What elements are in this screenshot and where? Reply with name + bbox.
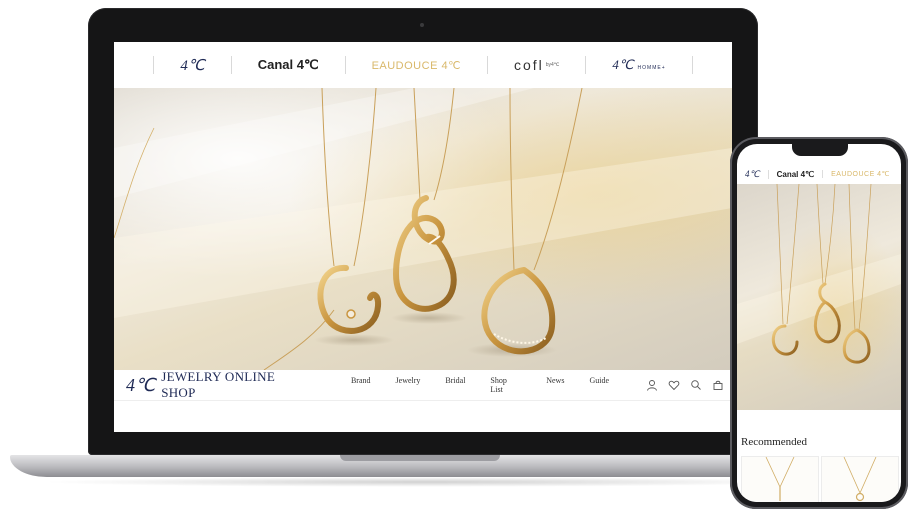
nav-bridal[interactable]: Bridal	[445, 376, 465, 394]
brand-cofl-logo: cofl	[513, 57, 544, 73]
brand-canal-logo: Canal 4℃	[257, 57, 319, 72]
nav-guide[interactable]: Guide	[589, 376, 609, 394]
brand-link-eaudouce[interactable]: EAUDOUCE 4℃	[344, 56, 487, 74]
phone-brand-eaudouce[interactable]: EAUDOUCE 4℃	[822, 170, 898, 178]
phone-necklace-illustration	[737, 184, 901, 364]
shop-logo[interactable]: 4℃ JEWELRY ONLINE SHOP	[126, 369, 313, 401]
recommended-product-card[interactable]	[741, 456, 819, 502]
brand-link-homme[interactable]: 4℃ HOMME+	[585, 56, 693, 74]
brand-eaudouce-logo: EAUDOUCE 4℃	[371, 59, 461, 72]
nav-news[interactable]: News	[546, 376, 564, 394]
search-icon[interactable]	[688, 377, 704, 393]
brand-homme-mark: 4℃	[612, 57, 634, 72]
heart-icon[interactable]	[666, 377, 682, 393]
product-necklace-thumbnail	[843, 456, 877, 502]
necklace-illustration	[114, 88, 732, 370]
brand-link-cofl[interactable]: cofl by4℃	[486, 56, 585, 74]
phone-brand-4c[interactable]: 4℃	[737, 169, 768, 180]
product-necklace-thumbnail	[765, 456, 795, 501]
phone-brand-bar: 4℃ Canal 4℃ EAUDOUCE 4℃	[737, 164, 901, 185]
laptop-screen: 4℃ Canal 4℃ EAUDOUCE 4℃ cofl by4℃ 4℃ HOMM…	[114, 42, 732, 432]
phone-notch	[792, 144, 848, 156]
nav-shop-list[interactable]: Shop List	[490, 376, 521, 394]
brand-bar: 4℃ Canal 4℃ EAUDOUCE 4℃ cofl by4℃ 4℃ HOMM…	[114, 42, 732, 89]
laptop-base-notch	[340, 455, 500, 461]
recommended-heading: Recommended	[741, 436, 807, 448]
brand-cofl-suffix: by4℃	[545, 62, 560, 68]
account-icon[interactable]	[644, 377, 660, 393]
laptop-shadow	[40, 477, 810, 487]
nav-icon-group	[644, 377, 732, 393]
nav-jewelry[interactable]: Jewelry	[396, 376, 421, 394]
phone-brand-canal[interactable]: Canal 4℃	[767, 169, 822, 179]
phone-hero-image[interactable]	[737, 184, 901, 410]
brand-homme-suffix: HOMME+	[637, 65, 666, 71]
brand-4c-logo: 4℃	[180, 57, 205, 74]
main-nav: Brand Jewelry Bridal Shop List News Guid…	[351, 376, 634, 394]
bag-icon[interactable]	[710, 377, 726, 393]
recommended-product-card[interactable]	[821, 456, 899, 502]
shop-navigation-bar: 4℃ JEWELRY ONLINE SHOP Brand Jewelry Bri…	[114, 369, 732, 401]
shop-logo-mark: 4℃	[126, 374, 156, 395]
nav-brand[interactable]: Brand	[351, 376, 371, 394]
hero-banner-image[interactable]	[114, 88, 732, 370]
brand-homme-logo: 4℃ HOMME+	[612, 57, 665, 73]
brand-link-canal[interactable]: Canal 4℃	[230, 56, 345, 74]
camera-icon	[420, 23, 424, 27]
shop-logo-name: JEWELRY ONLINE SHOP	[161, 369, 276, 400]
phone-screen: 4℃ Canal 4℃ EAUDOUCE 4℃ Recommended	[737, 144, 901, 502]
brand-link-4c[interactable]: 4℃	[153, 56, 230, 74]
